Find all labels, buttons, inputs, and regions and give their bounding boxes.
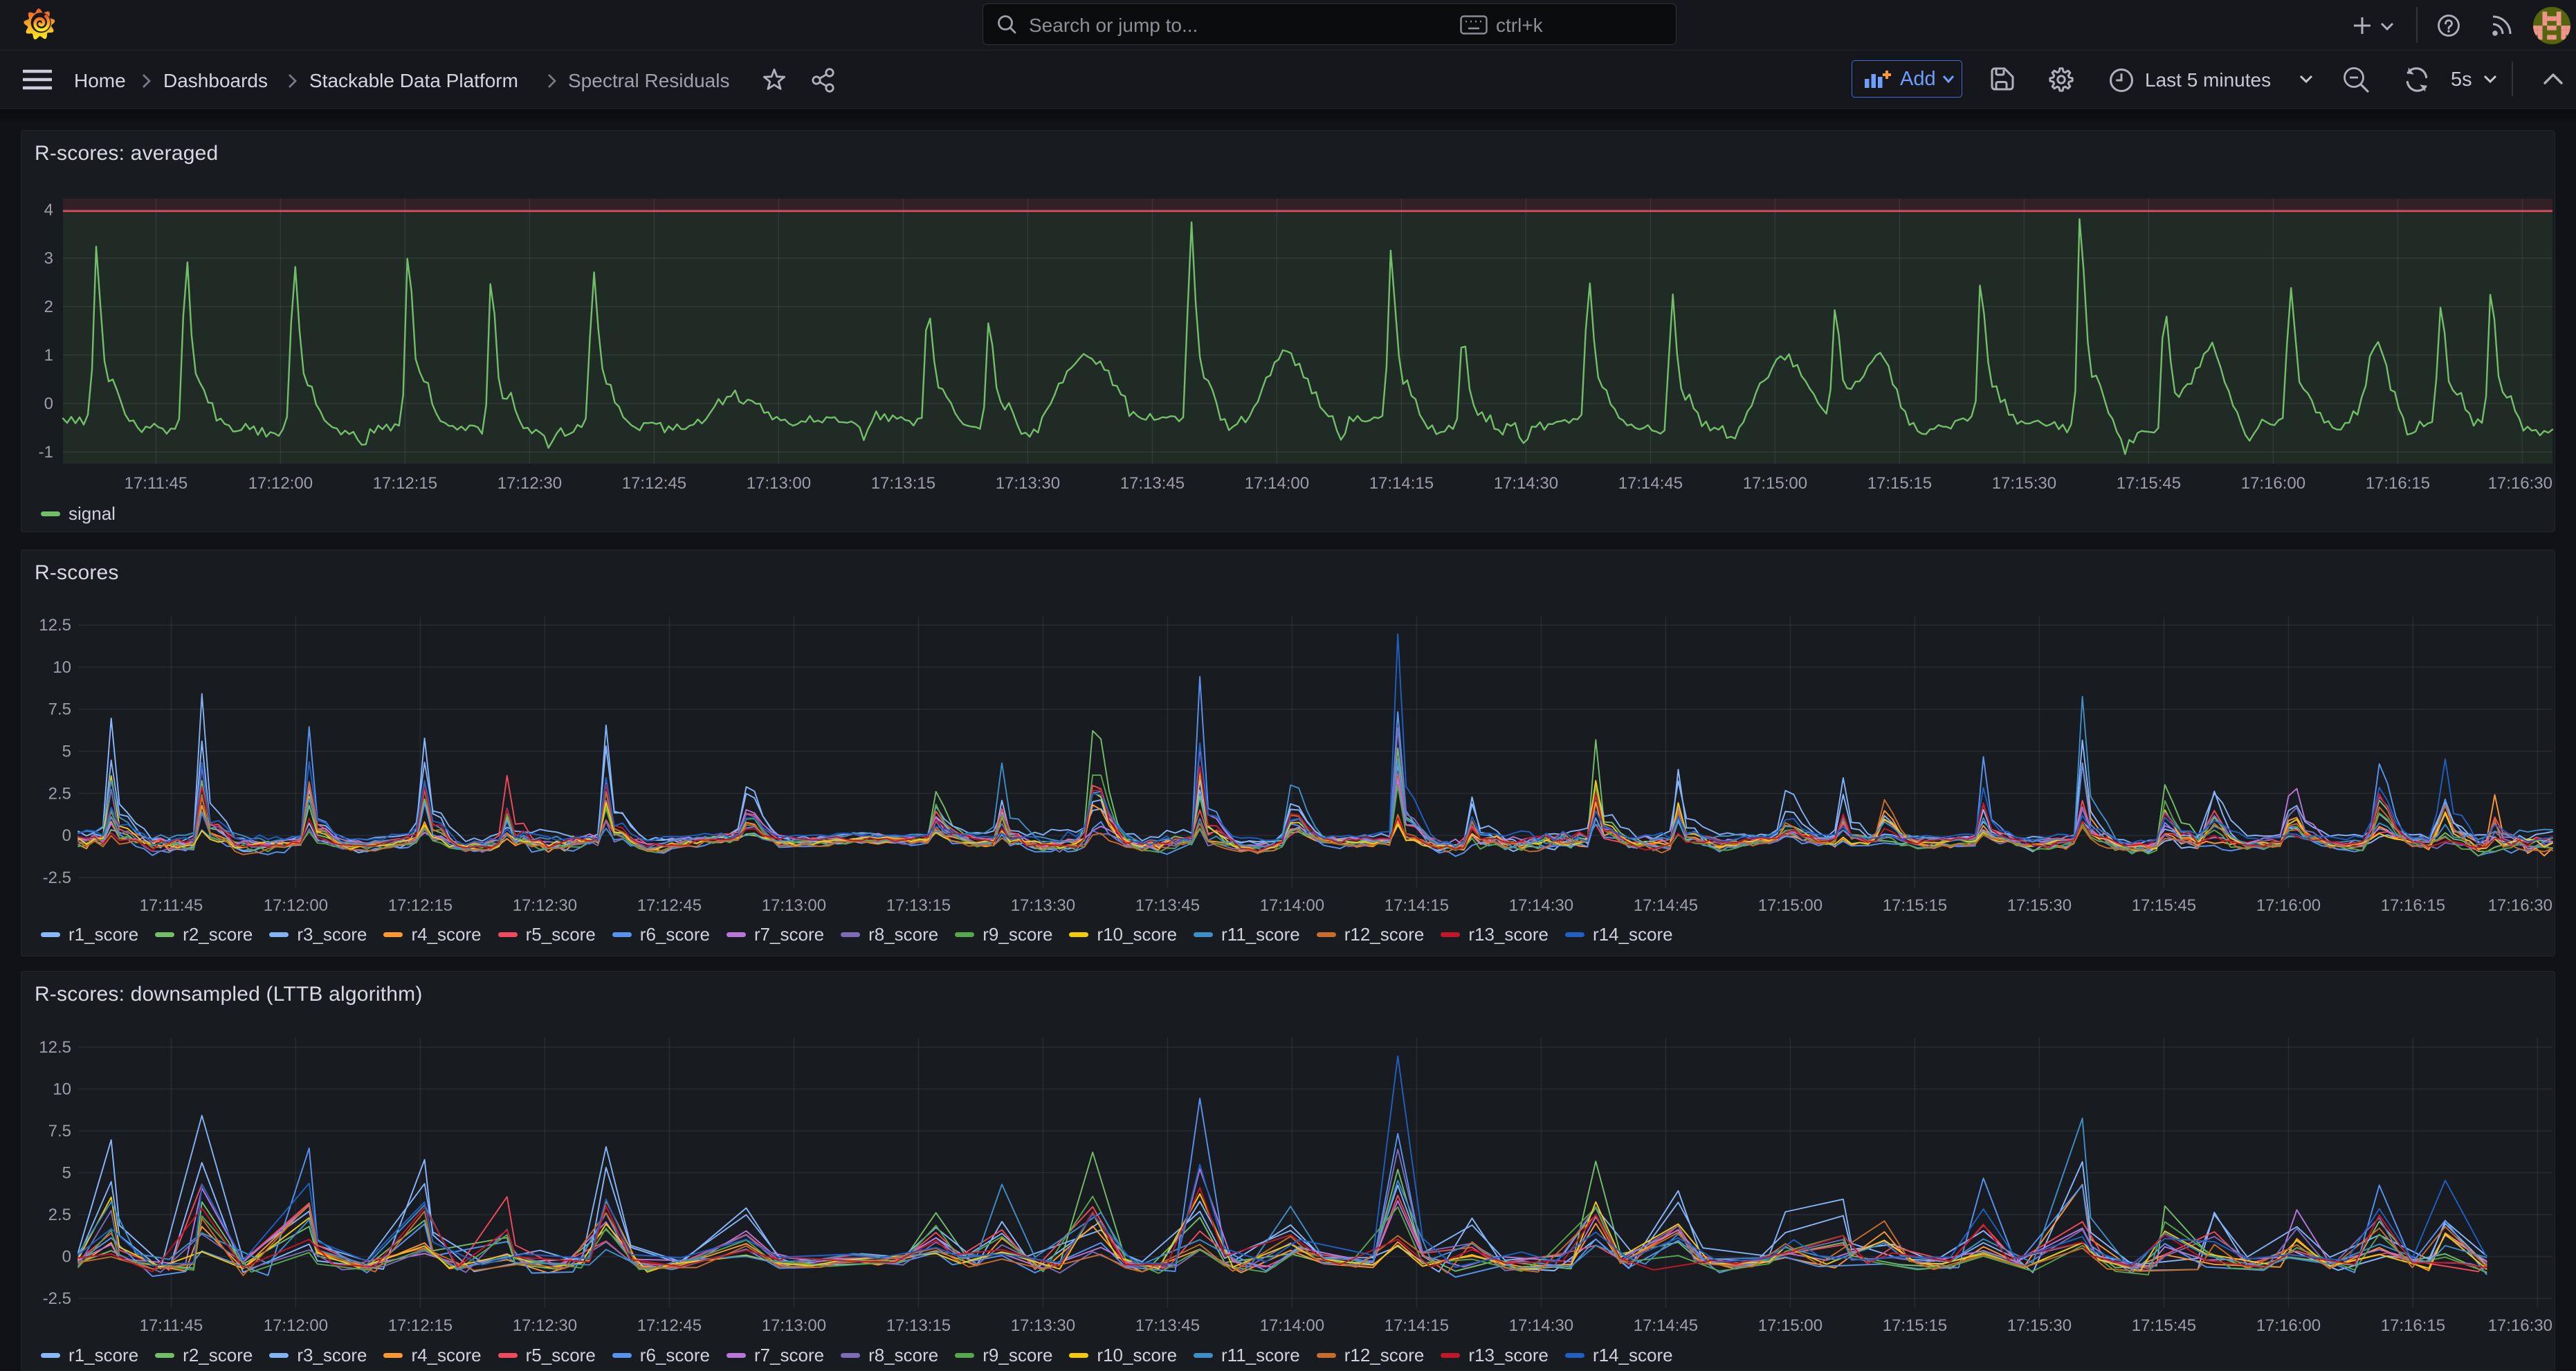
svg-text:5: 5 xyxy=(62,743,71,761)
svg-text:17:15:30: 17:15:30 xyxy=(2007,896,2072,915)
svg-text:17:15:30: 17:15:30 xyxy=(1992,474,2056,493)
svg-text:17:13:45: 17:13:45 xyxy=(1120,474,1185,493)
svg-text:17:15:00: 17:15:00 xyxy=(1758,1316,1823,1335)
svg-text:17:16:00: 17:16:00 xyxy=(2256,1316,2321,1335)
svg-text:17:12:00: 17:12:00 xyxy=(248,474,313,493)
svg-text:17:16:30: 17:16:30 xyxy=(2488,474,2552,493)
svg-text:17:15:45: 17:15:45 xyxy=(2132,1316,2196,1335)
svg-text:17:13:15: 17:13:15 xyxy=(886,896,951,915)
svg-text:17:14:15: 17:14:15 xyxy=(1385,896,1449,915)
svg-text:4: 4 xyxy=(44,201,53,219)
svg-text:17:11:45: 17:11:45 xyxy=(140,896,203,915)
svg-text:17:14:30: 17:14:30 xyxy=(1509,1316,1573,1335)
svg-text:17:12:15: 17:12:15 xyxy=(388,896,453,915)
svg-text:-2.5: -2.5 xyxy=(43,1289,71,1308)
svg-text:17:15:45: 17:15:45 xyxy=(2132,896,2196,915)
svg-text:17:14:45: 17:14:45 xyxy=(1634,1316,1698,1335)
svg-text:17:16:15: 17:16:15 xyxy=(2381,1316,2445,1335)
svg-text:-2.5: -2.5 xyxy=(43,869,71,887)
svg-text:17:16:30: 17:16:30 xyxy=(2488,1316,2552,1335)
svg-text:17:12:45: 17:12:45 xyxy=(622,474,686,493)
svg-text:17:13:30: 17:13:30 xyxy=(1011,896,1075,915)
svg-text:0: 0 xyxy=(62,826,71,845)
svg-text:17:13:30: 17:13:30 xyxy=(996,474,1060,493)
svg-text:5: 5 xyxy=(62,1164,71,1183)
svg-text:17:13:15: 17:13:15 xyxy=(886,1316,951,1335)
svg-text:0: 0 xyxy=(44,394,53,413)
svg-text:17:14:00: 17:14:00 xyxy=(1260,896,1324,915)
svg-text:17:13:15: 17:13:15 xyxy=(871,474,935,493)
svg-text:2: 2 xyxy=(44,298,53,316)
svg-text:17:11:45: 17:11:45 xyxy=(125,474,188,493)
svg-text:17:12:00: 17:12:00 xyxy=(264,896,328,915)
svg-text:3: 3 xyxy=(44,249,53,268)
svg-text:12.5: 12.5 xyxy=(39,1038,71,1057)
svg-text:17:16:15: 17:16:15 xyxy=(2366,474,2430,493)
svg-text:17:11:45: 17:11:45 xyxy=(140,1316,203,1335)
svg-text:17:12:30: 17:12:30 xyxy=(497,474,562,493)
svg-text:17:15:30: 17:15:30 xyxy=(2007,1316,2072,1335)
svg-text:17:13:45: 17:13:45 xyxy=(1135,1316,1200,1335)
svg-text:17:14:30: 17:14:30 xyxy=(1509,896,1573,915)
svg-text:17:12:45: 17:12:45 xyxy=(637,896,702,915)
svg-text:17:14:30: 17:14:30 xyxy=(1494,474,1558,493)
svg-text:17:14:00: 17:14:00 xyxy=(1245,474,1309,493)
svg-text:17:13:00: 17:13:00 xyxy=(747,474,811,493)
svg-text:17:12:00: 17:12:00 xyxy=(264,1316,328,1335)
svg-text:17:12:15: 17:12:15 xyxy=(388,1316,453,1335)
svg-text:17:14:15: 17:14:15 xyxy=(1385,1316,1449,1335)
svg-text:-1: -1 xyxy=(39,443,53,462)
svg-text:17:13:00: 17:13:00 xyxy=(762,1316,826,1335)
svg-text:10: 10 xyxy=(53,1080,71,1099)
svg-text:1: 1 xyxy=(44,346,53,365)
svg-text:17:14:15: 17:14:15 xyxy=(1369,474,1434,493)
svg-text:17:14:00: 17:14:00 xyxy=(1260,1316,1324,1335)
svg-text:17:13:45: 17:13:45 xyxy=(1135,896,1200,915)
svg-text:10: 10 xyxy=(53,658,71,677)
svg-text:17:12:45: 17:12:45 xyxy=(637,1316,702,1335)
svg-text:17:14:45: 17:14:45 xyxy=(1618,474,1683,493)
svg-text:17:15:15: 17:15:15 xyxy=(1883,896,1947,915)
svg-text:17:13:30: 17:13:30 xyxy=(1011,1316,1075,1335)
svg-text:17:16:00: 17:16:00 xyxy=(2256,896,2321,915)
svg-text:17:12:30: 17:12:30 xyxy=(513,896,577,915)
svg-text:2.5: 2.5 xyxy=(48,784,71,803)
svg-text:7.5: 7.5 xyxy=(48,700,71,719)
svg-text:17:15:15: 17:15:15 xyxy=(1867,474,1932,493)
svg-text:17:15:00: 17:15:00 xyxy=(1758,896,1823,915)
svg-text:17:15:00: 17:15:00 xyxy=(1743,474,1807,493)
svg-text:17:12:15: 17:12:15 xyxy=(373,474,437,493)
svg-text:2.5: 2.5 xyxy=(48,1206,71,1224)
svg-text:17:14:45: 17:14:45 xyxy=(1634,896,1698,915)
svg-text:7.5: 7.5 xyxy=(48,1122,71,1141)
svg-text:17:13:00: 17:13:00 xyxy=(762,896,826,915)
svg-text:17:16:00: 17:16:00 xyxy=(2241,474,2305,493)
svg-text:12.5: 12.5 xyxy=(39,616,71,635)
svg-text:17:15:15: 17:15:15 xyxy=(1883,1316,1947,1335)
svg-text:17:12:30: 17:12:30 xyxy=(513,1316,577,1335)
svg-text:17:16:15: 17:16:15 xyxy=(2381,896,2445,915)
svg-text:0: 0 xyxy=(62,1248,71,1266)
svg-text:17:16:30: 17:16:30 xyxy=(2488,896,2552,915)
svg-text:17:15:45: 17:15:45 xyxy=(2117,474,2181,493)
